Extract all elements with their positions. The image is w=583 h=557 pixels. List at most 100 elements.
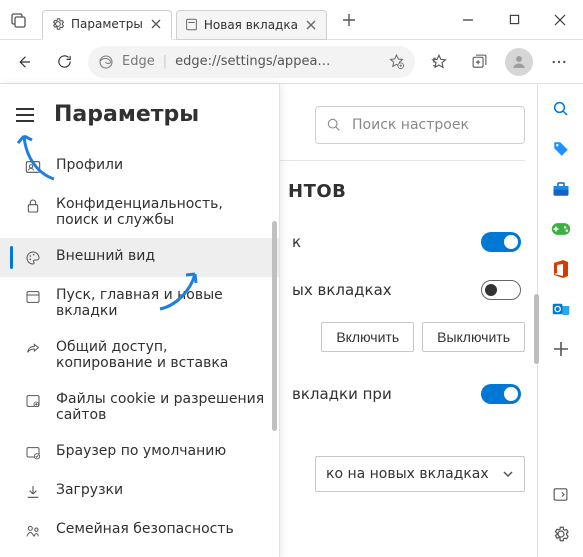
select-value: ко на новых вкладках — [326, 466, 489, 482]
settings-title: Параметры — [54, 102, 199, 127]
tab-inactive[interactable]: Новая вкладка — [176, 10, 327, 40]
collections-icon — [471, 53, 488, 70]
tab-active[interactable]: Параметры — [42, 10, 172, 40]
sidebar-tools-button[interactable] — [550, 178, 572, 200]
download-icon — [24, 483, 42, 501]
gear-icon — [552, 525, 570, 543]
lock-icon — [24, 197, 42, 215]
nav-label: Конфиденциальность, поиск и службы — [56, 196, 267, 228]
sidebar-office-button[interactable] — [550, 258, 572, 280]
panel-collapse-icon — [552, 486, 569, 503]
gear-icon — [51, 17, 65, 31]
collections-button[interactable] — [463, 46, 495, 78]
nav-label: Браузер по умолчанию — [56, 443, 226, 459]
nav-label: Профили — [56, 157, 123, 173]
toolbar: Edge | edge://settings/appea… — [0, 40, 583, 84]
settings-search-input[interactable]: Поиск настроек — [315, 106, 525, 144]
tab-inactive-label: Новая вкладка — [204, 18, 298, 32]
nav-privacy[interactable]: Конфиденциальность, поиск и службы — [0, 186, 279, 238]
close-icon — [151, 19, 161, 29]
palette-icon — [24, 249, 42, 267]
favorites-button[interactable] — [423, 46, 455, 78]
nav-label: Общий доступ, копирование и вставка — [56, 339, 267, 371]
url-separator: | — [163, 54, 167, 69]
sidebar-search-button[interactable] — [550, 98, 572, 120]
share-icon — [24, 340, 42, 358]
nav-default-browser[interactable]: Браузер по умолчанию — [0, 433, 279, 472]
nav-cookies[interactable]: Файлы cookie и разрешения сайтов — [0, 381, 279, 433]
tab-strip: Параметры Новая вкладка — [38, 0, 445, 39]
office-icon — [553, 260, 569, 278]
sidebar-outlook-button[interactable] — [550, 298, 572, 320]
nav-label: Семейная безопасность — [56, 521, 234, 537]
profile-button[interactable] — [503, 46, 535, 78]
disable-button[interactable]: Выключить — [422, 322, 525, 352]
maximize-button[interactable] — [491, 0, 537, 40]
outlook-icon — [552, 300, 570, 318]
setting-label: к — [292, 233, 301, 251]
sidebar-collapse-button[interactable] — [550, 483, 572, 505]
maximize-icon — [509, 14, 520, 25]
minimize-button[interactable] — [445, 0, 491, 40]
window-icon — [24, 288, 42, 306]
toggle-2[interactable] — [481, 280, 521, 300]
tab-close-button[interactable] — [149, 17, 163, 31]
refresh-button[interactable] — [48, 46, 80, 78]
briefcase-icon — [552, 181, 570, 197]
nav-family[interactable]: Семейная безопасность — [0, 511, 279, 550]
close-icon — [554, 14, 566, 26]
toggle-1[interactable] — [481, 232, 521, 252]
hamburger-button[interactable] — [16, 103, 40, 127]
scrollbar-thumb[interactable] — [272, 221, 277, 431]
favorite-add-button[interactable] — [388, 53, 405, 70]
tab-active-label: Параметры — [71, 17, 143, 31]
setting-row-1: к — [288, 214, 525, 270]
sidebar-shopping-button[interactable] — [550, 138, 572, 160]
window-close-button[interactable] — [537, 0, 583, 40]
nav-share[interactable]: Общий доступ, копирование и вставка — [0, 329, 279, 381]
address-bar[interactable]: Edge | edge://settings/appea… — [88, 46, 415, 78]
setting-label: вкладки при — [292, 385, 392, 403]
arrow-left-icon — [15, 53, 33, 71]
refresh-icon — [56, 53, 73, 70]
sidebar-games-button[interactable] — [550, 218, 572, 240]
tab-actions-button[interactable] — [0, 0, 38, 40]
new-tab-button[interactable] — [335, 6, 363, 34]
scrollbar-thumb[interactable] — [534, 294, 539, 364]
dropdown-select[interactable]: ко на новых вкладках — [315, 456, 525, 492]
nav-edge-bar[interactable]: Панель Edge — [0, 550, 279, 557]
tab-close-button[interactable] — [304, 18, 318, 32]
browser-check-icon — [24, 444, 42, 462]
chevron-down-icon — [502, 468, 514, 480]
nav-appearance[interactable]: Внешний вид — [0, 238, 279, 277]
nav-downloads[interactable]: Загрузки — [0, 472, 279, 511]
enable-button[interactable]: Включить — [321, 322, 414, 352]
close-icon — [306, 20, 316, 30]
content-area: Поиск настроек нтов к ых вкладках Включи… — [0, 84, 583, 557]
cookie-icon — [24, 392, 42, 410]
button-row: Включить Выключить — [288, 318, 525, 366]
sidebar-settings-button[interactable] — [550, 523, 572, 545]
more-button[interactable] — [543, 46, 575, 78]
plus-icon — [342, 13, 356, 27]
titlebar: Параметры Новая вкладка — [0, 0, 583, 40]
setting-row-2: ых вкладках — [288, 270, 525, 318]
tab-actions-icon — [11, 12, 27, 28]
group-title: нтов — [288, 161, 525, 214]
tag-icon — [552, 140, 570, 158]
minimize-icon — [462, 14, 474, 26]
url-text: edge://settings/appea… — [175, 54, 380, 69]
star-icon — [430, 53, 448, 71]
setting-row-3: вкладки при — [288, 366, 525, 422]
search-placeholder: Поиск настроек — [352, 117, 469, 133]
back-button[interactable] — [8, 46, 40, 78]
sidebar-add-button[interactable] — [550, 338, 572, 360]
setting-label: ых вкладках — [292, 281, 392, 299]
window-controls — [445, 0, 583, 40]
annotation-arrow-1 — [14, 124, 64, 184]
search-icon — [552, 100, 570, 118]
nav-label: Внешний вид — [56, 248, 155, 264]
toggle-3[interactable] — [481, 384, 521, 404]
gamepad-icon — [551, 222, 571, 236]
nav-start[interactable]: Пуск, главная и новые вкладки — [0, 277, 279, 329]
